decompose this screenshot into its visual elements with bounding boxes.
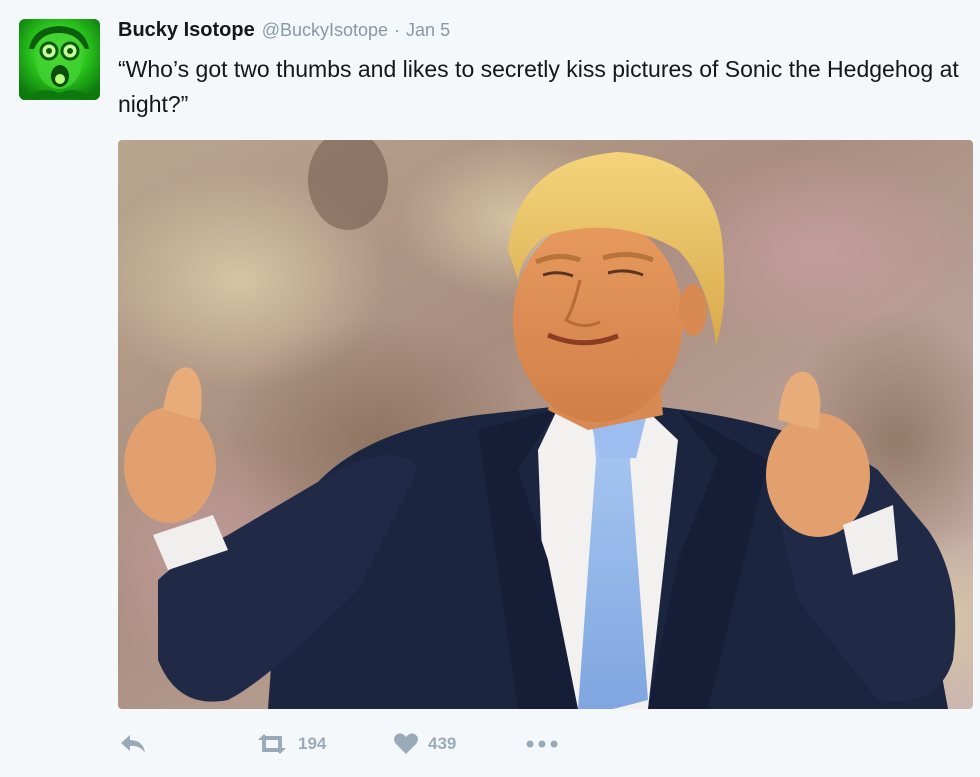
- tweet-actions: 194 439: [118, 726, 818, 762]
- tweet-date[interactable]: Jan 5: [406, 20, 450, 41]
- heart-icon: [394, 733, 418, 754]
- more-dots-icon: [526, 740, 558, 748]
- avatar[interactable]: [19, 19, 100, 100]
- like-count: 439: [428, 734, 457, 753]
- tweet: Bucky Isotope @BuckyIsotope · Jan 5 “Who…: [0, 0, 980, 777]
- retweet-icon: [258, 734, 286, 754]
- like-button[interactable]: 439: [392, 726, 456, 762]
- tweet-text: “Who’s got two thumbs and likes to secre…: [118, 56, 959, 117]
- user-handle[interactable]: @BuckyIsotope: [262, 20, 388, 41]
- retweet-count: 194: [298, 734, 327, 753]
- retweet-button[interactable]: 194: [254, 726, 326, 762]
- display-name[interactable]: Bucky Isotope: [118, 19, 255, 42]
- avatar-image: [19, 19, 100, 100]
- tweet-header: Bucky Isotope @BuckyIsotope · Jan 5: [118, 19, 450, 45]
- photo-image: [118, 140, 973, 709]
- reply-icon: [121, 735, 145, 753]
- tweet-photo[interactable]: [118, 140, 973, 709]
- reply-button[interactable]: [118, 726, 148, 762]
- header-separator: ·: [394, 20, 401, 40]
- more-button[interactable]: [525, 726, 559, 762]
